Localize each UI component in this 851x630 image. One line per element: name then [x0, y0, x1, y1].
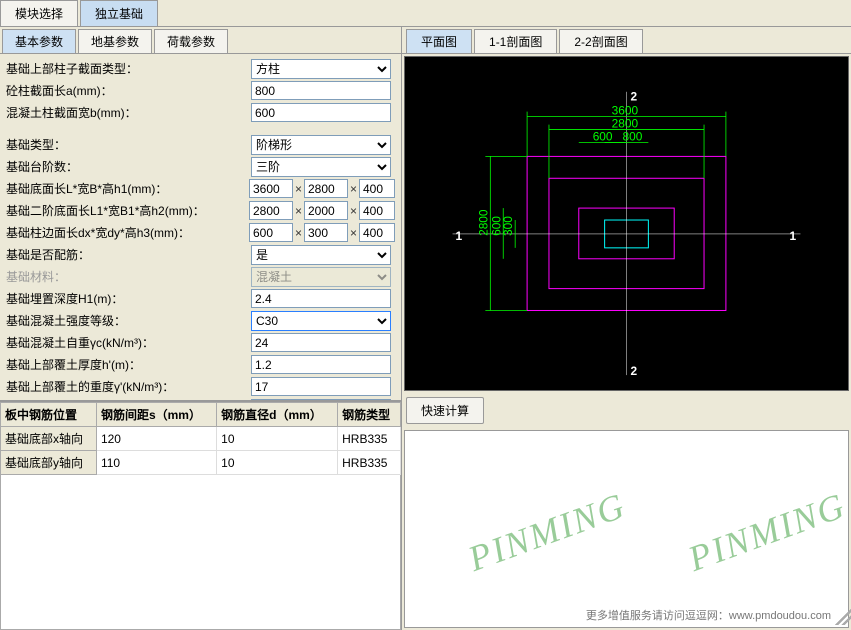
col-section-type-select[interactable]: 方柱: [251, 59, 391, 79]
fdn-type-label: 基础类型：: [6, 136, 251, 153]
svg-text:600: 600: [593, 129, 613, 143]
left-panel: 基本参数 地基参数 荷载参数 基础上部柱子截面类型：方柱 砼柱截面长a(mm)：…: [0, 27, 402, 630]
svg-text:2: 2: [630, 90, 637, 104]
watermark: PINMING: [683, 484, 849, 580]
dx-input[interactable]: [249, 223, 293, 242]
times-icon: ×: [295, 182, 302, 196]
table-empty-area: [0, 475, 401, 630]
times-icon: ×: [350, 204, 357, 218]
fdn-type-select[interactable]: 阶梯形: [251, 135, 391, 155]
tab-soil-params[interactable]: 地基参数: [78, 29, 152, 53]
tab-section-2-2[interactable]: 2-2剖面图: [559, 29, 642, 53]
concrete-weight-input[interactable]: [251, 333, 391, 352]
cell[interactable]: 110: [96, 451, 216, 475]
times-icon: ×: [350, 226, 357, 240]
table-row[interactable]: 基础底部x轴向 120 10 HRB335: [1, 427, 401, 451]
h3-input[interactable]: [359, 223, 395, 242]
tab-module-select[interactable]: 模块选择: [0, 0, 78, 26]
cell[interactable]: 基础底部y轴向: [1, 451, 97, 475]
svg-text:2800: 2800: [476, 209, 490, 236]
calc-button[interactable]: 快速计算: [406, 397, 484, 424]
times-icon: ×: [295, 204, 302, 218]
L1-input[interactable]: [249, 201, 293, 220]
concrete-grade-select[interactable]: C30: [251, 311, 391, 331]
col-edge-label: 基础柱边面长dx*宽dy*高h3(mm)：: [6, 224, 249, 241]
tab-independent-foundation[interactable]: 独立基础: [80, 0, 158, 26]
tab-section-1-1[interactable]: 1-1剖面图: [474, 29, 557, 53]
dy-input[interactable]: [304, 223, 348, 242]
cell[interactable]: 基础底部x轴向: [1, 427, 97, 451]
col-type[interactable]: 钢筋类型: [338, 403, 401, 427]
depth-label: 基础埋置深度H1(m)：: [6, 290, 251, 307]
resize-grip-icon[interactable]: [835, 609, 851, 625]
svg-text:2800: 2800: [612, 117, 639, 131]
col-pos[interactable]: 板中钢筋位置: [1, 403, 97, 427]
times-icon: ×: [350, 182, 357, 196]
has-rebar-label: 基础是否配筋：: [6, 246, 251, 263]
has-rebar-select[interactable]: 是: [251, 245, 391, 265]
B1-input[interactable]: [304, 201, 348, 220]
soil-thick-label: 基础上部覆土厚度h'(m)：: [6, 356, 251, 373]
col-a-label: 砼柱截面长a(mm)：: [6, 82, 251, 99]
steps-label: 基础台阶数：: [6, 158, 251, 175]
tab-plan-view[interactable]: 平面图: [406, 29, 472, 53]
material-label: 基础材料：: [6, 268, 251, 285]
concrete-weight-label: 基础混凝土自重γc(kN/m³)：: [6, 334, 251, 351]
cell[interactable]: HRB335: [338, 427, 401, 451]
soil-weight-label: 基础上部覆土的重度γ'(kN/m³)：: [6, 378, 251, 395]
base-dim-label: 基础底面长L*宽B*高h1(mm)：: [6, 180, 249, 197]
param-tabs: 基本参数 地基参数 荷载参数: [0, 27, 401, 54]
cell[interactable]: HRB335: [338, 451, 401, 475]
view-tabs: 平面图 1-1剖面图 2-2剖面图: [402, 27, 851, 54]
soil-weight-input[interactable]: [251, 377, 391, 396]
concrete-grade-label: 基础混凝土强度等级：: [6, 312, 251, 329]
table-row[interactable]: 基础底部y轴向 110 10 HRB335: [1, 451, 401, 475]
soil-thick-input[interactable]: [251, 355, 391, 374]
steps-select[interactable]: 三阶: [251, 157, 391, 177]
watermark: PINMING: [463, 484, 631, 580]
tab-load-params[interactable]: 荷载参数: [154, 29, 228, 53]
h2-input[interactable]: [359, 201, 395, 220]
svg-text:1: 1: [790, 229, 797, 243]
svg-text:1: 1: [456, 229, 463, 243]
output-area[interactable]: PINMING PINMING: [404, 430, 849, 628]
svg-text:3600: 3600: [612, 104, 639, 118]
col-b-input[interactable]: [251, 103, 391, 122]
col-spacing[interactable]: 钢筋间距s（mm）: [96, 403, 216, 427]
right-panel: 平面图 1-1剖面图 2-2剖面图 1 1 2: [402, 27, 851, 630]
col-b-label: 混凝土柱截面宽b(mm)：: [6, 104, 251, 121]
svg-text:800: 800: [623, 129, 643, 143]
cell[interactable]: 120: [96, 427, 216, 451]
calc-bar: 快速计算: [402, 393, 851, 428]
svg-text:2: 2: [630, 364, 637, 378]
top-tabs: 模块选择 独立基础: [0, 0, 851, 27]
h1-input[interactable]: [359, 179, 395, 198]
drawing-canvas[interactable]: 1 1 2 2 3600: [404, 56, 849, 391]
cell[interactable]: 10: [217, 427, 338, 451]
params-form: 基础上部柱子截面类型：方柱 砼柱截面长a(mm)： 混凝土柱截面宽b(mm)： …: [0, 54, 401, 400]
svg-text:300: 300: [501, 216, 515, 236]
times-icon: ×: [295, 226, 302, 240]
footer-link[interactable]: 更多增值服务请访问逗逗网：www.pmdoudou.com: [586, 607, 831, 623]
step2-dim-label: 基础二阶底面长L1*宽B1*高h2(mm)：: [6, 202, 249, 219]
col-a-input[interactable]: [251, 81, 391, 100]
col-dia[interactable]: 钢筋直径d（mm）: [217, 403, 338, 427]
depth-input[interactable]: [251, 289, 391, 308]
L-input[interactable]: [249, 179, 293, 198]
material-select: 混凝土: [251, 267, 391, 287]
rebar-table: 板中钢筋位置 钢筋间距s（mm） 钢筋直径d（mm） 钢筋类型 基础底部x轴向 …: [0, 400, 401, 630]
col-section-type-label: 基础上部柱子截面类型：: [6, 60, 251, 77]
B-input[interactable]: [304, 179, 348, 198]
tab-basic-params[interactable]: 基本参数: [2, 29, 76, 53]
cell[interactable]: 10: [217, 451, 338, 475]
